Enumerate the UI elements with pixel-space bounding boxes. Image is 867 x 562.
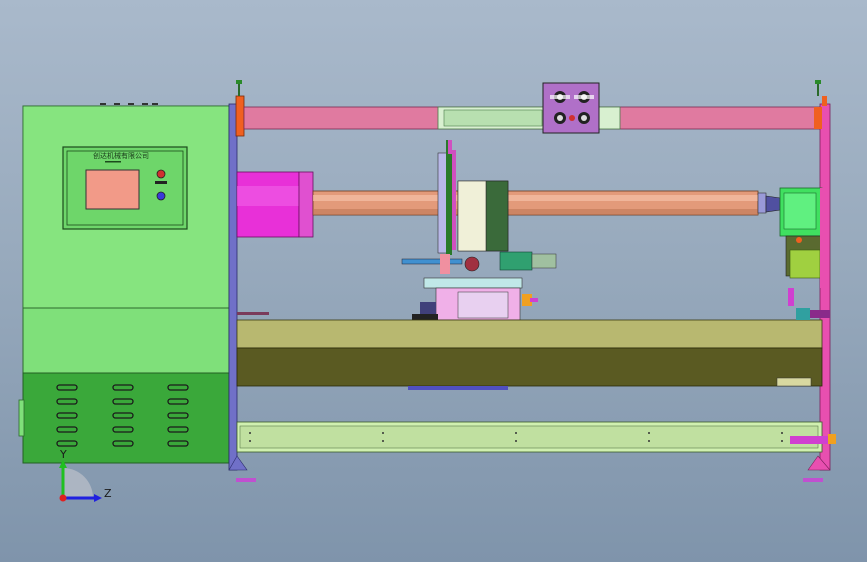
z-axis-label: Z (104, 487, 112, 500)
y-axis-label: Y (59, 448, 67, 461)
lower-guide-rail (236, 421, 836, 453)
start-button (156, 191, 166, 201)
machine-feet (228, 455, 831, 482)
cutter-assembly (401, 140, 557, 321)
machine-bed (236, 288, 830, 390)
emergency-stop-button (156, 169, 166, 179)
cad-drawing: 创达机械有限公司 Y Z (18, 80, 836, 502)
top-vents (100, 103, 158, 105)
top-rail (243, 106, 822, 130)
right-drive-unit (779, 187, 828, 288)
control-panel: 创达机械有限公司 (62, 146, 188, 230)
left-frame-column (228, 103, 238, 471)
hmi-screen (85, 169, 140, 210)
panel-label: 创达机械有限公司 (93, 151, 149, 160)
spindle-motor (236, 171, 314, 238)
rail-control-box (542, 82, 600, 134)
